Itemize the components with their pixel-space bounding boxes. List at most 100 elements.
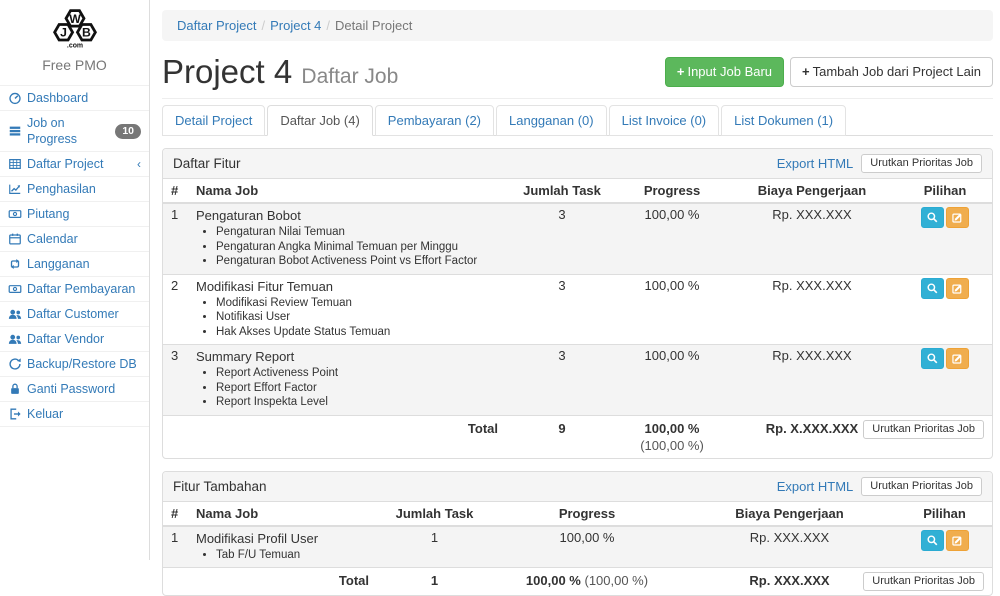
users-icon (8, 307, 22, 321)
subtask-list: Report Activeness Point Report Effort Fa… (202, 366, 498, 410)
table-header-row: # Nama Job Jumlah Task Progress Biaya Pe… (163, 502, 992, 526)
subtask: Modifikasi Review Temuan (216, 296, 498, 311)
tab-list-invoice[interactable]: List Invoice (0) (609, 105, 720, 136)
edit-job-button[interactable] (946, 207, 969, 228)
biaya-value: Rp. XXX.XXX (726, 274, 898, 345)
subtask-list: Modifikasi Review Temuan Notifikasi User… (202, 296, 498, 340)
tasks-icon (8, 124, 22, 138)
logo[interactable]: W J B .com Free PMO (0, 0, 149, 75)
edit-icon (951, 282, 964, 295)
calendar-icon (8, 232, 22, 246)
breadcrumb-daftar-project[interactable]: Daftar Project (177, 18, 256, 33)
sidebar-item-daftar-pembayaran[interactable]: Daftar Pembayaran (0, 277, 149, 301)
jumlah-task-value: 1 (377, 526, 492, 568)
edit-icon (951, 534, 964, 547)
sidebar-item-daftar-customer[interactable]: Daftar Customer (0, 302, 149, 326)
total-actions-cell: Urutkan Prioritas Job (898, 415, 992, 458)
job-name-cell: Modifikasi Profil User Tab F/U Temuan (188, 526, 377, 568)
progress-value: 100,00 % (492, 526, 682, 568)
row-number: 1 (163, 203, 188, 274)
total-tasks: 9 (506, 415, 618, 458)
sidebar-menu: Dashboard Job on Progress10 Daftar Proje… (0, 85, 149, 427)
col-header-no: # (163, 179, 188, 203)
total-progress: 100,00 % (100,00 %) (618, 415, 726, 458)
export-html-link[interactable]: Export HTML (777, 479, 854, 494)
tab-list-dokumen[interactable]: List Dokumen (1) (721, 105, 846, 136)
total-tasks: 1 (377, 568, 492, 596)
edit-job-button[interactable] (946, 348, 969, 369)
jumlah-task-value: 3 (506, 203, 618, 274)
search-icon (926, 211, 939, 224)
subtask: Pengaturan Nilai Temuan (216, 225, 498, 240)
svg-text:.com: .com (66, 43, 82, 50)
urutkan-prioritas-job-button[interactable]: Urutkan Prioritas Job (861, 477, 982, 496)
brand-name: Free PMO (0, 57, 149, 73)
subtask: Hak Akses Update Status Temuan (216, 325, 498, 340)
sidebar-item-langganan[interactable]: Langganan (0, 252, 149, 276)
sidebar-item-piutang[interactable]: Piutang (0, 202, 149, 226)
sidebar-item-ganti-password[interactable]: Ganti Password (0, 377, 149, 401)
sign-out-icon (8, 407, 22, 421)
jumlah-task-value: 3 (506, 345, 618, 416)
panel-fitur-tambahan-heading: Fitur Tambahan Export HTML Urutkan Prior… (163, 472, 992, 502)
subtask: Pengaturan Bobot Activeness Point vs Eff… (216, 254, 498, 269)
sidebar-item-keluar[interactable]: Keluar (0, 402, 149, 426)
search-icon (926, 352, 939, 365)
view-job-button[interactable] (921, 348, 944, 369)
view-job-button[interactable] (921, 530, 944, 551)
money-icon (8, 282, 22, 296)
panel-title: Daftar Fitur (173, 155, 241, 172)
urutkan-prioritas-job-button[interactable]: Urutkan Prioritas Job (863, 420, 984, 439)
tambah-job-dari-project-lain-button[interactable]: +Tambah Job dari Project Lain (790, 57, 993, 87)
table-row: 1 Pengaturan Bobot Pengaturan Nilai Temu… (163, 203, 992, 274)
subtask-list: Pengaturan Nilai Temuan Pengaturan Angka… (202, 225, 498, 269)
biaya-value: Rp. XXX.XXX (726, 345, 898, 416)
sidebar-item-penghasilan[interactable]: Penghasilan (0, 177, 149, 201)
actions-cell (897, 526, 992, 568)
page-subtitle: Daftar Job (301, 65, 398, 88)
view-job-button[interactable] (921, 207, 944, 228)
plus-icon: + (802, 64, 810, 79)
subtask: Pengaturan Angka Minimal Temuan per Ming… (216, 240, 498, 255)
tab-daftar-job[interactable]: Daftar Job (4) (267, 105, 372, 136)
input-job-baru-button[interactable]: +Input Job Baru (665, 57, 784, 87)
col-header-progress: Progress (618, 179, 726, 203)
svg-text:B: B (81, 26, 90, 40)
view-job-button[interactable] (921, 278, 944, 299)
sidebar: W J B .com Free PMO Dashboard Job on Pro… (0, 0, 150, 560)
breadcrumb: Daftar Project/Project 4/Detail Project (162, 10, 993, 41)
edit-job-button[interactable] (946, 278, 969, 299)
col-header-jumlah-task: Jumlah Task (377, 502, 492, 526)
sidebar-item-backup-restore-db[interactable]: Backup/Restore DB (0, 352, 149, 376)
daftar-fitur-table: # Nama Job Jumlah Task Progress Biaya Pe… (163, 179, 992, 458)
row-number: 1 (163, 526, 188, 568)
tab-detail-project[interactable]: Detail Project (162, 105, 265, 136)
panel-fitur-tambahan: Fitur Tambahan Export HTML Urutkan Prior… (162, 471, 993, 596)
sidebar-item-dashboard[interactable]: Dashboard (0, 86, 149, 110)
plus-icon: + (677, 64, 685, 79)
progress-value: 100,00 % (618, 274, 726, 345)
urutkan-prioritas-job-button[interactable]: Urutkan Prioritas Job (861, 154, 982, 173)
line-chart-icon (8, 182, 22, 196)
row-number: 2 (163, 274, 188, 345)
col-header-nama-job: Nama Job (188, 502, 377, 526)
urutkan-prioritas-job-button[interactable]: Urutkan Prioritas Job (863, 572, 984, 591)
tab-pembayaran[interactable]: Pembayaran (2) (375, 105, 494, 136)
table-icon (8, 157, 22, 171)
export-html-link[interactable]: Export HTML (777, 156, 854, 171)
job-name-cell: Pengaturan Bobot Pengaturan Nilai Temuan… (188, 203, 506, 274)
breadcrumb-project-4[interactable]: Project 4 (270, 18, 321, 33)
jumlah-task-value: 3 (506, 274, 618, 345)
edit-icon (951, 352, 964, 365)
subtask: Report Inspekta Level (216, 395, 498, 410)
money-icon (8, 207, 22, 221)
tab-langganan[interactable]: Langganan (0) (496, 105, 607, 136)
sidebar-item-calendar[interactable]: Calendar (0, 227, 149, 251)
edit-job-button[interactable] (946, 530, 969, 551)
table-row: 3 Summary Report Report Activeness Point… (163, 345, 992, 416)
subtask: Notifikasi User (216, 310, 498, 325)
sidebar-item-job-on-progress[interactable]: Job on Progress10 (0, 111, 149, 151)
fitur-tambahan-table: # Nama Job Jumlah Task Progress Biaya Pe… (163, 502, 992, 596)
sidebar-item-daftar-project[interactable]: Daftar Project‹ (0, 152, 149, 176)
sidebar-item-daftar-vendor[interactable]: Daftar Vendor (0, 327, 149, 351)
